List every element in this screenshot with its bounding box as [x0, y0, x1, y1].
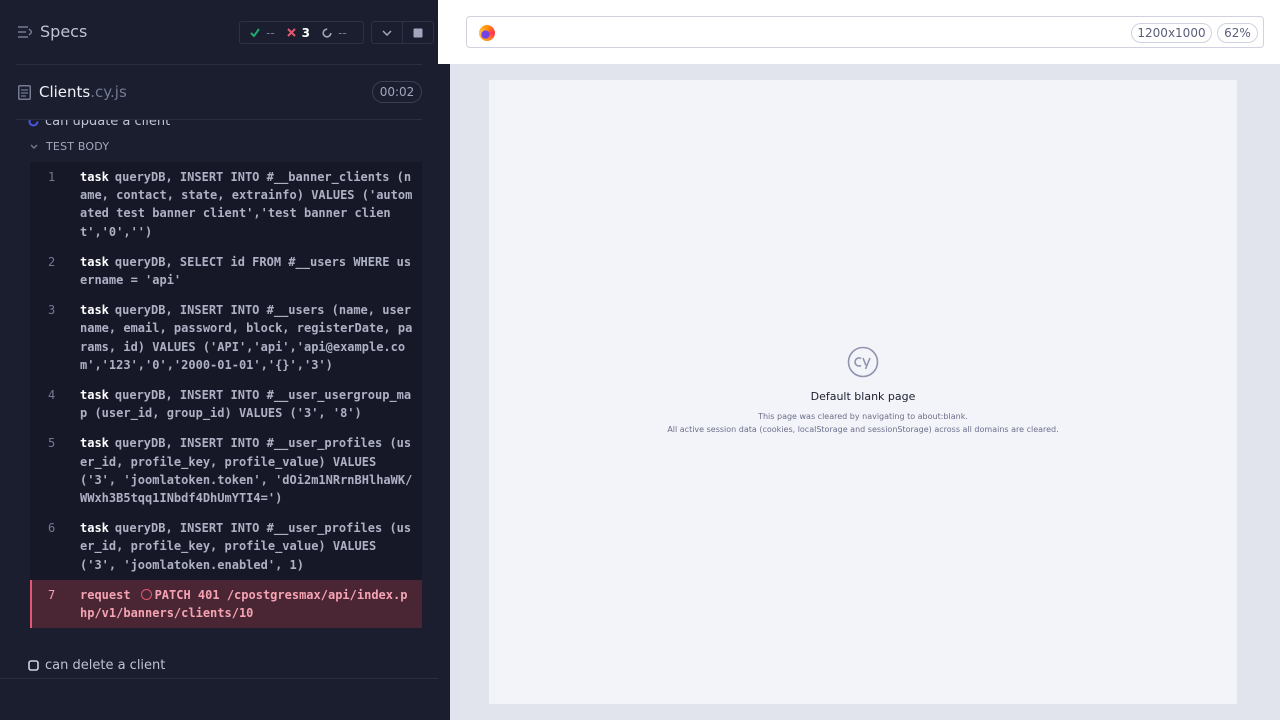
command-message: queryDB, INSERT INTO #__user_usergroup_m…: [80, 388, 412, 421]
command-log-panel: Specs -- 3 -- Clients.cy.js 00:02 can up…: [0, 0, 438, 720]
command-row[interactable]: 2 task queryDB, SELECT id FROM #__users W…: [30, 247, 422, 295]
chevron-down-icon: [382, 29, 392, 36]
aut-iframe: Default blank page This page was cleared…: [489, 80, 1237, 704]
blank-page-content: Default blank page This page was cleared…: [489, 346, 1237, 436]
runner-controls: [371, 21, 434, 44]
x-icon: [286, 28, 296, 37]
pending-count: --: [338, 25, 347, 40]
command-row[interactable]: 5 task queryDB, INSERT INTO #__user_profi…: [30, 428, 422, 513]
test-body-label: TEST BODY: [46, 140, 110, 153]
command-name: task: [80, 170, 109, 184]
footer-divider: [0, 678, 438, 679]
cypress-logo-icon: [847, 346, 879, 378]
command-list: 1 task queryDB, INSERT INTO #__banner_cli…: [30, 162, 422, 629]
chevron-down-icon: [30, 144, 38, 149]
spinner-icon: [28, 120, 39, 126]
test-delete-client[interactable]: can delete a client: [28, 656, 165, 674]
specs-label: Specs: [40, 22, 88, 41]
pending-square-icon: [28, 659, 39, 671]
stop-icon: [413, 28, 423, 37]
blank-line-1: This page was cleared by navigating to a…: [758, 412, 968, 421]
reporter: can update a client TEST BODY 1 task quer…: [0, 120, 438, 678]
blank-line-2: All active session data (cookies, localS…: [667, 425, 1059, 434]
command-message: queryDB, INSERT INTO #__banner_clients (…: [80, 170, 413, 239]
passed-stat: --: [250, 26, 275, 40]
resize-handle[interactable]: [438, 64, 450, 720]
spec-duration: 00:02: [372, 81, 422, 103]
command-message: queryDB, INSERT INTO #__users (name, use…: [80, 303, 413, 372]
test-body-toggle[interactable]: TEST BODY: [30, 140, 109, 153]
expand-collapse-button[interactable]: [372, 22, 402, 43]
command-number: 1: [48, 170, 56, 184]
runner-header: Specs -- 3 --: [0, 0, 438, 64]
zoom-badge[interactable]: 62%: [1217, 23, 1258, 43]
pending-stat: --: [322, 26, 347, 40]
test-update-client[interactable]: can update a client: [28, 120, 170, 130]
document-icon: [18, 84, 31, 100]
panel-resize-bar[interactable]: [438, 0, 450, 720]
command-name: task: [80, 254, 109, 269]
check-icon: [250, 28, 260, 37]
command-number: 2: [48, 254, 56, 269]
command-number: 6: [48, 521, 56, 536]
command-row[interactable]: 4 task queryDB, INSERT INTO #__user_userg…: [30, 380, 422, 428]
spec-file-name: Clients.cy.js: [18, 83, 127, 101]
command-number: 4: [48, 388, 56, 403]
viewport-size-badge[interactable]: 1200x1000: [1131, 23, 1212, 43]
spinner-icon: [322, 27, 332, 38]
url-bar: 1200x1000 62%: [466, 16, 1264, 48]
command-number: 3: [48, 303, 56, 318]
command-row[interactable]: 1 task queryDB, INSERT INTO #__banner_cli…: [30, 162, 422, 247]
firefox-browser-icon[interactable]: [479, 25, 495, 41]
stop-button[interactable]: [402, 22, 433, 43]
command-row[interactable]: 3 task queryDB, INSERT INTO #__users (nam…: [30, 295, 422, 380]
command-message: queryDB, INSERT INTO #__user_profiles (u…: [80, 436, 413, 506]
failed-stat: 3: [286, 25, 311, 40]
specs-toggle-button[interactable]: Specs: [18, 22, 87, 41]
spec-header: Clients.cy.js 00:02: [0, 65, 438, 120]
aut-header: 1200x1000 62%: [450, 0, 1280, 64]
test-title-label: can delete a client: [45, 657, 166, 673]
command-name: task: [80, 303, 109, 318]
command-name: task: [80, 436, 109, 451]
blank-page-description: This page was cleared by navigating to a…: [489, 410, 1237, 436]
command-number: 7: [48, 587, 56, 602]
failed-circle-icon: [140, 588, 152, 600]
failed-count: 3: [301, 25, 311, 40]
command-name: task: [80, 388, 109, 403]
spec-name-base: Clients: [39, 83, 91, 101]
specs-list-icon: [18, 25, 32, 38]
command-row-failed[interactable]: 7 request PATCH 401 /cpostgresmax/api/ind…: [30, 579, 422, 629]
command-number: 5: [48, 436, 56, 451]
command-message: queryDB, SELECT id FROM #__users WHERE u…: [80, 254, 412, 288]
command-name: task: [80, 521, 109, 536]
passed-count: --: [266, 25, 275, 40]
command-row[interactable]: 6 task queryDB, INSERT INTO #__user_profi…: [30, 513, 422, 580]
test-title-label: can update a client: [45, 120, 171, 129]
test-stats: -- 3 --: [239, 21, 364, 44]
command-name: request: [80, 587, 131, 602]
command-message: queryDB, INSERT INTO #__user_profiles (u…: [80, 521, 412, 572]
spec-name-ext: .cy.js: [90, 83, 127, 101]
blank-page-title: Default blank page: [810, 390, 916, 403]
